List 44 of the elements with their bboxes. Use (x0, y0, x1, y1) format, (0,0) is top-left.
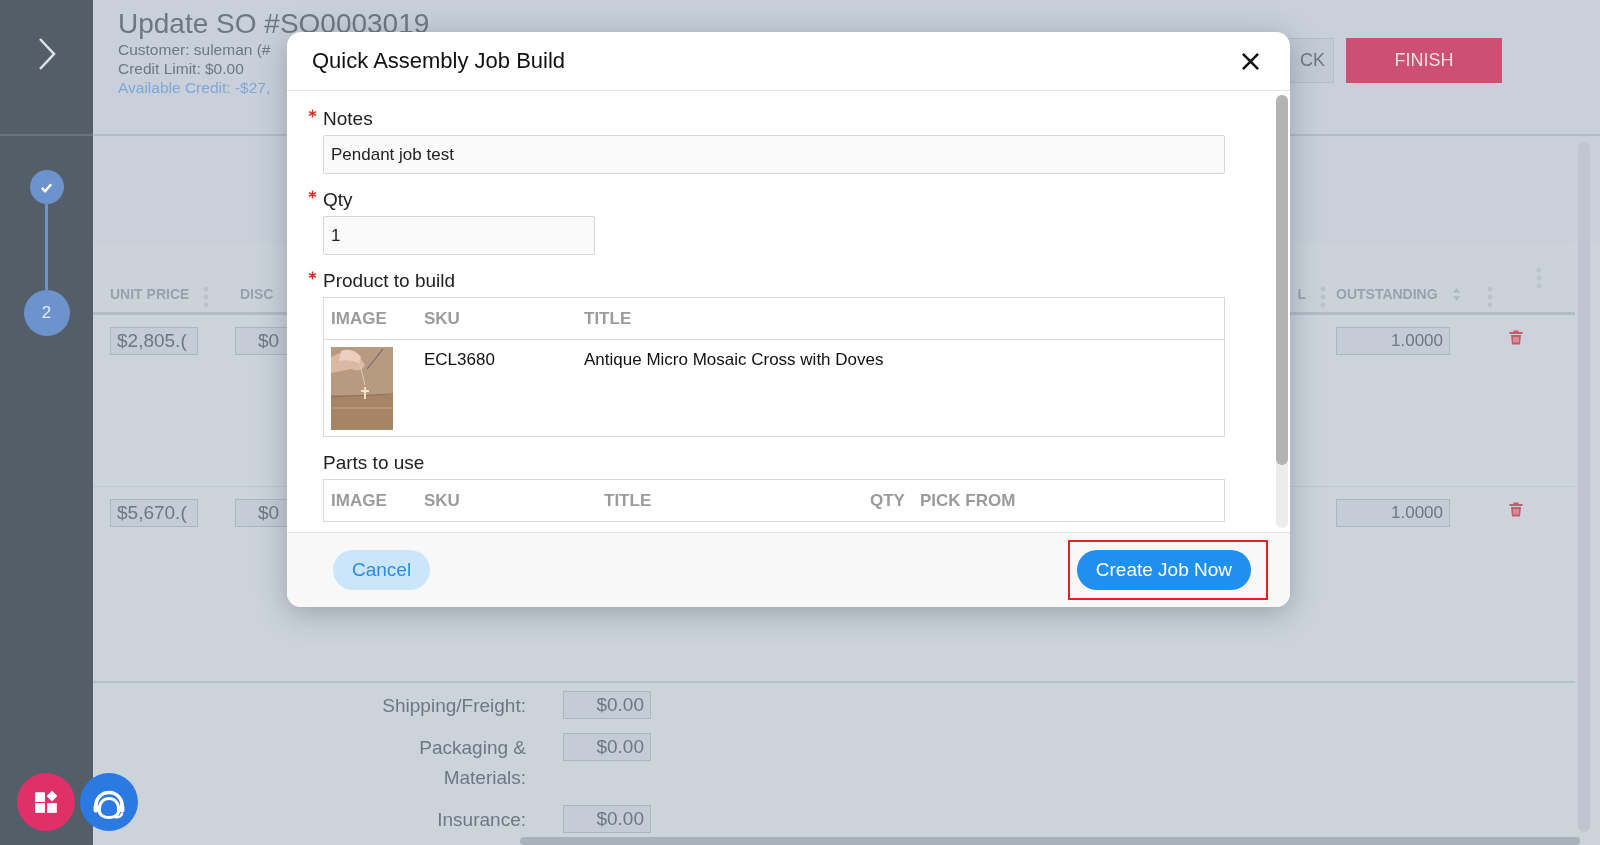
column-header: IMAGE (331, 308, 388, 329)
available-credit-text: Available Credit: -$27, (118, 78, 271, 97)
trash-icon[interactable] (1509, 501, 1523, 517)
total-field[interactable]: $0.00 (563, 691, 651, 719)
create-button[interactable]: Create Job Now (1076, 550, 1251, 590)
column-header: SKU (424, 308, 461, 329)
column-header: SKU (424, 490, 461, 511)
total-field[interactable]: $0.00 (563, 733, 651, 761)
dialog-title: Quick Assembly Job Build (312, 48, 566, 74)
total-label: Insurance: (437, 808, 526, 832)
section-label: Product to build (323, 269, 456, 293)
trash-icon[interactable] (1509, 329, 1523, 345)
customer-text: Customer: suleman (# (118, 40, 271, 59)
order-title: Update SO #SO0003019 (118, 8, 430, 40)
field-label: Notes (323, 107, 373, 131)
close-icon[interactable] (1241, 51, 1260, 71)
total-field[interactable]: $0.00 (563, 805, 651, 833)
unit-price-field[interactable]: $2,805.( (110, 327, 198, 355)
column-header: PICK FROM (920, 490, 1017, 511)
column-header: TITLE (604, 490, 653, 511)
finish-button[interactable]: FINISH (1346, 38, 1502, 83)
scrollbar[interactable] (520, 837, 1580, 845)
section-label: Parts to use (323, 451, 425, 475)
input-field[interactable]: 1 (323, 216, 595, 255)
step-circle[interactable] (29, 170, 64, 204)
field-label: Qty (323, 188, 353, 212)
scrollbar[interactable] (1276, 95, 1288, 465)
step-circle[interactable]: 2 (23, 290, 70, 336)
column-header: QTY (869, 490, 906, 511)
total-label: Shipping/Freight: (382, 694, 526, 718)
sku-cell-text: ECL3680 (424, 349, 496, 371)
cancel-button[interactable]: Cancel (333, 550, 431, 590)
outstanding-field[interactable]: 1.0000 (1336, 327, 1450, 355)
total-label: Packaging & Materials: (418, 736, 526, 790)
column-header: TITLE (584, 308, 633, 329)
input-field[interactable]: Pendant job test (323, 135, 1225, 174)
sort-icon[interactable] (1451, 286, 1461, 302)
title-cell-text: Antique Micro Mosaic Cross with Doves (584, 349, 885, 371)
apps-icon (33, 789, 59, 815)
unit-price-field[interactable]: $5,670.( (110, 499, 198, 527)
chevron-right-icon[interactable] (36, 37, 57, 71)
outstanding-field[interactable]: 1.0000 (1336, 499, 1450, 527)
credit-limit-text: Credit Limit: $0.00 (118, 59, 244, 78)
column-header: IMAGE (331, 490, 388, 511)
